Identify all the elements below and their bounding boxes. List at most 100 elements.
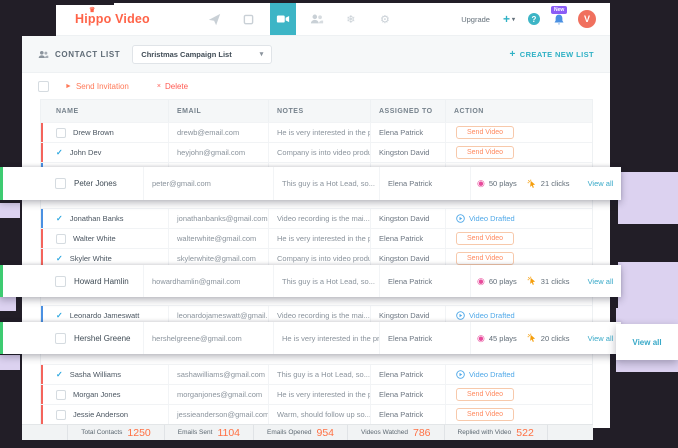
chevron-down-icon: ▾	[512, 16, 515, 23]
delete-button[interactable]: × Delete	[157, 82, 188, 91]
table-row[interactable]: ✓ Jonathan Banks jonathanbanks@gmail.com…	[41, 208, 592, 228]
selected-list-name: Christmas Campaign List	[141, 50, 231, 59]
close-icon: ×	[157, 83, 161, 90]
row-checkbox[interactable]	[55, 178, 66, 189]
row-checkbox[interactable]	[56, 234, 66, 244]
stats-footer: Total Contacts 1250 Emails Sent 1104 Ema…	[22, 424, 593, 440]
send-campaign-icon[interactable]	[202, 3, 228, 35]
highlight-block	[0, 297, 16, 311]
video-stats-cell: ◉ 60 plays 31 clicks View all	[470, 265, 621, 297]
plays-count: 45 plays	[489, 334, 517, 343]
check-icon[interactable]: ✓	[56, 148, 63, 157]
help-button[interactable]: ?	[528, 13, 540, 25]
contact-name: Walter White	[73, 234, 116, 243]
logo-text: Hippo Video	[75, 12, 150, 26]
action-cell: Send Video Video Drafted	[445, 385, 592, 404]
check-icon[interactable]: ✓	[56, 311, 63, 320]
highlight-row-peter-jones[interactable]: Peter Jones peter@gmail.com This guy is …	[0, 167, 621, 200]
header-right-cluster: Upgrade + ▾ ? New V	[461, 10, 596, 28]
row-checkbox[interactable]	[56, 128, 66, 138]
send-invitation-label: Send Invitation	[76, 82, 129, 91]
contact-assigned-to: Elena Patrick	[370, 405, 445, 424]
contact-name: Jessie Anderson	[73, 410, 128, 419]
contact-assigned-to: Kingston David	[370, 209, 445, 228]
action-cell: Send Video Video Drafted	[445, 229, 592, 248]
page-background: ♛ Hippo Video ❄	[0, 0, 678, 448]
circle-play-icon	[456, 370, 465, 379]
send-video-button[interactable]: Send Video	[456, 146, 514, 159]
contact-assigned-to: Elena Patrick	[379, 265, 470, 297]
table-row[interactable]: ✓ John Dev heyjohn@gmail.com Company is …	[41, 142, 592, 162]
video-stats-cell: ◉ 45 plays 20 clicks View all	[470, 322, 621, 354]
contacts-icon[interactable]	[304, 3, 330, 35]
select-all-checkbox[interactable]	[38, 81, 49, 92]
highlight-block	[0, 203, 20, 218]
screen-icon[interactable]	[236, 3, 262, 35]
contact-name: Howard Hamlin	[74, 277, 129, 286]
table-row[interactable]: ✓ Morgan Jones morganjones@gmail.com He …	[41, 384, 592, 404]
action-cell: Send Video Video Drafted	[445, 123, 592, 142]
view-all-link[interactable]: View all	[588, 179, 614, 188]
crown-icon: ♛	[89, 6, 95, 14]
highlight-row-howard-hamlin[interactable]: Howard Hamlin howardhamlin@gmail.com Thi…	[0, 265, 621, 297]
check-icon[interactable]: ✓	[56, 254, 63, 263]
app-logo[interactable]: ♛ Hippo Video	[75, 12, 150, 26]
video-drafted-status[interactable]: Video Drafted	[456, 311, 515, 320]
action-cell: Send Video Video Drafted	[445, 405, 592, 424]
upgrade-link[interactable]: Upgrade	[461, 15, 490, 24]
column-header-assigned: ASSIGNED TO	[370, 100, 445, 122]
send-invitation-button[interactable]: ► Send Invitation	[65, 82, 129, 91]
table-row[interactable]: ✓ Drew Brown drewb@email.com He is very …	[41, 122, 592, 142]
plus-icon: +	[510, 49, 516, 60]
contact-notes: He is very interested in the prod...	[273, 322, 379, 354]
send-video-button[interactable]: Send Video	[456, 252, 514, 265]
contact-assigned-to: Elena Patrick	[370, 385, 445, 404]
video-drafted-status[interactable]: Video Drafted	[456, 214, 515, 223]
action-cell: Send Video Video Drafted	[445, 143, 592, 162]
settings-icon[interactable]: ⚙	[372, 3, 398, 35]
send-icon: ►	[65, 83, 72, 90]
send-video-button[interactable]: Send Video	[456, 388, 514, 401]
video-stats-cell: ◉ 50 plays 21 clicks View all	[470, 167, 621, 200]
view-all-tooltip[interactable]: View all	[616, 324, 678, 360]
row-checkbox[interactable]	[56, 390, 66, 400]
list-selector-dropdown[interactable]: Christmas Campaign List ▾	[132, 45, 272, 64]
question-icon: ?	[532, 15, 537, 24]
send-video-button[interactable]: Send Video	[456, 408, 514, 421]
contact-assigned-to: Elena Patrick	[370, 365, 445, 384]
row-checkbox[interactable]	[56, 410, 66, 420]
dark-overlay-patch	[0, 0, 56, 36]
table-row[interactable]: ✓ Jessie Anderson jessieanderson@gmail.c…	[41, 404, 592, 424]
notifications-button[interactable]: New	[553, 13, 565, 26]
contact-notes: Warm, should follow up so...	[268, 405, 370, 424]
stat-label: Replied with Video	[458, 429, 512, 436]
clicks-icon	[527, 333, 537, 343]
column-header-name: NAME	[41, 100, 168, 122]
contact-email: sashawilliams@gmail.com	[168, 365, 268, 384]
create-new-list-button[interactable]: + CREATE NEW LIST	[510, 49, 594, 60]
video-drafted-status[interactable]: Video Drafted	[456, 370, 515, 379]
integrations-icon[interactable]: ❄	[338, 3, 364, 35]
view-all-link[interactable]: View all	[588, 334, 614, 343]
contact-notes: This guy is a Hot Lead, so...	[268, 365, 370, 384]
send-video-button[interactable]: Send Video	[456, 232, 514, 245]
table-row[interactable]: ✓ Walter White walterwhite@gmail.com He …	[41, 228, 592, 248]
gear-icon: ⚙	[380, 13, 390, 26]
table-header-row: NAME EMAIL NOTES ASSIGNED TO ACTION	[41, 100, 592, 122]
avatar[interactable]: V	[578, 10, 596, 28]
check-icon[interactable]: ✓	[56, 370, 63, 379]
action-cell: Send Video Video Drafted	[445, 365, 592, 384]
view-all-link[interactable]: View all	[588, 277, 614, 286]
video-camera-icon[interactable]	[270, 3, 296, 35]
send-video-button[interactable]: Send Video	[456, 126, 514, 139]
quick-add-button[interactable]: + ▾	[503, 12, 515, 26]
check-icon[interactable]: ✓	[56, 214, 63, 223]
video-drafted-label: Video Drafted	[469, 214, 515, 223]
row-checkbox[interactable]	[55, 276, 66, 287]
contact-list-toolbar: CONTACT LIST Christmas Campaign List ▾ +…	[22, 35, 610, 73]
table-row[interactable]: ✓ Sasha Williams sashawilliams@gmail.com…	[41, 364, 592, 384]
row-checkbox[interactable]	[55, 333, 66, 344]
highlight-row-hershel-greene[interactable]: Hershel Greene hershelgreene@gmail.com H…	[0, 322, 621, 354]
create-new-list-label: CREATE NEW LIST	[520, 50, 594, 59]
contact-email: howardhamlin@gmail.com	[143, 265, 273, 297]
